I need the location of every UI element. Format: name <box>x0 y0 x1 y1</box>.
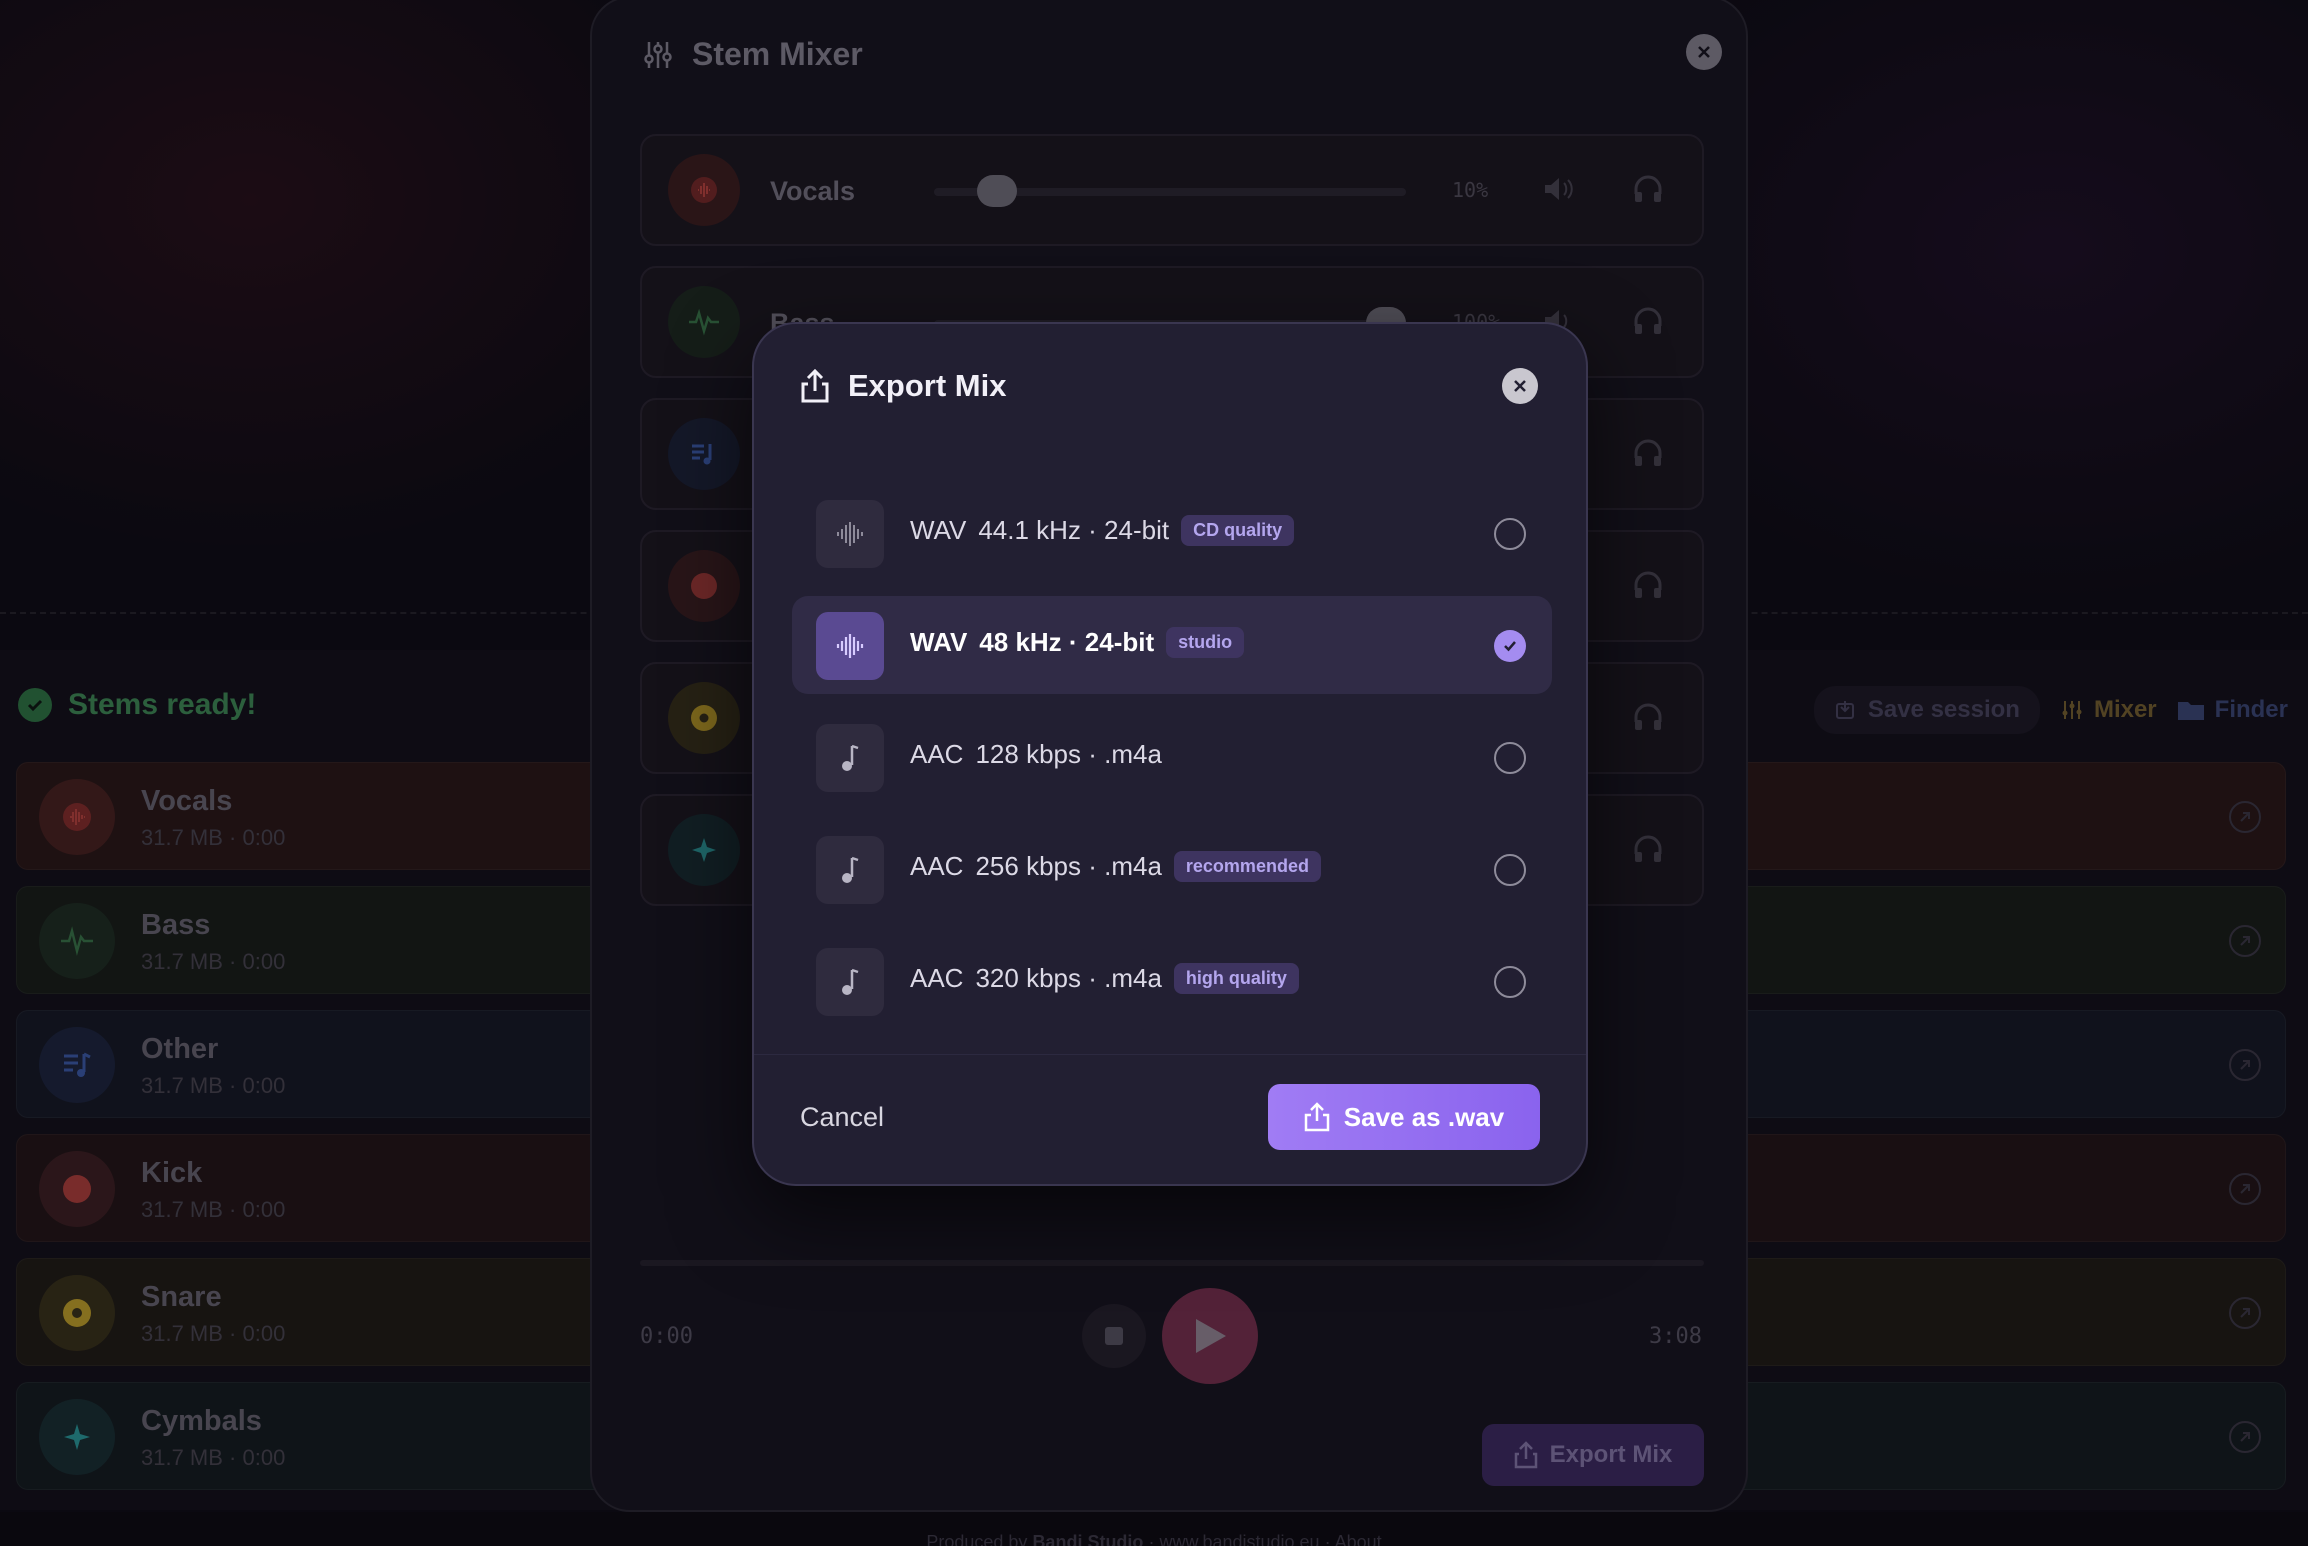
format-option[interactable]: AAC 320 kbps · .m4a high quality <box>792 932 1552 1030</box>
share-icon <box>801 368 829 403</box>
format-label: WAV 44.1 kHz · 24-bit CD quality <box>910 515 1295 546</box>
format-radio[interactable] <box>1494 742 1526 774</box>
format-badge: recommended <box>1173 851 1321 882</box>
dialog-divider <box>754 1054 1586 1055</box>
format-spec: 48 kHz · 24-bit <box>979 627 1155 657</box>
music-note-icon <box>816 724 884 792</box>
save-label: Save as .wav <box>1343 1101 1505 1132</box>
dialog-header: Export Mix <box>800 368 1006 404</box>
format-codec: WAV <box>910 627 968 657</box>
format-spec: 320 kbps · .m4a <box>975 963 1162 993</box>
format-codec: AAC <box>910 739 964 769</box>
share-icon <box>1304 1102 1330 1132</box>
format-radio[interactable] <box>1494 854 1526 886</box>
format-label: AAC 256 kbps · .m4a recommended <box>910 851 1321 882</box>
export-mix-dialog: Export Mix WAV 44.1 kHz · 24-bit CD qual… <box>752 322 1588 1186</box>
close-dialog-button[interactable] <box>1502 368 1538 404</box>
format-radio[interactable] <box>1494 966 1526 998</box>
waveform-icon <box>816 612 884 680</box>
format-radio-checked[interactable] <box>1494 630 1526 662</box>
format-label: AAC 320 kbps · .m4a high quality <box>910 963 1299 994</box>
waveform-icon <box>816 500 884 568</box>
format-option[interactable]: AAC 256 kbps · .m4a recommended <box>792 820 1552 918</box>
format-option[interactable]: AAC 128 kbps · .m4a <box>792 708 1552 806</box>
format-badge: CD quality <box>1181 515 1295 546</box>
format-option[interactable]: WAV 44.1 kHz · 24-bit CD quality <box>792 484 1552 582</box>
format-label: WAV 48 kHz · 24-bit studio <box>910 627 1245 658</box>
format-codec: WAV <box>910 515 967 545</box>
format-badge: high quality <box>1173 963 1299 994</box>
music-note-icon <box>816 836 884 904</box>
cancel-button[interactable]: Cancel <box>800 1102 884 1133</box>
format-spec: 44.1 kHz · 24-bit <box>978 515 1170 545</box>
format-label: AAC 128 kbps · .m4a <box>910 739 1162 770</box>
dialog-title: Export Mix <box>848 368 1007 403</box>
save-as-wav-button[interactable]: Save as .wav <box>1268 1084 1540 1150</box>
check-icon <box>1504 641 1516 652</box>
music-note-icon <box>816 948 884 1016</box>
format-spec: 256 kbps · .m4a <box>975 851 1162 881</box>
format-spec: 128 kbps · .m4a <box>975 739 1162 769</box>
format-radio[interactable] <box>1494 518 1526 550</box>
format-badge: studio <box>1166 627 1245 658</box>
format-codec: AAC <box>910 851 964 881</box>
format-codec: AAC <box>910 963 964 993</box>
format-option-selected[interactable]: WAV 48 kHz · 24-bit studio <box>792 596 1552 694</box>
close-icon <box>1514 380 1526 392</box>
